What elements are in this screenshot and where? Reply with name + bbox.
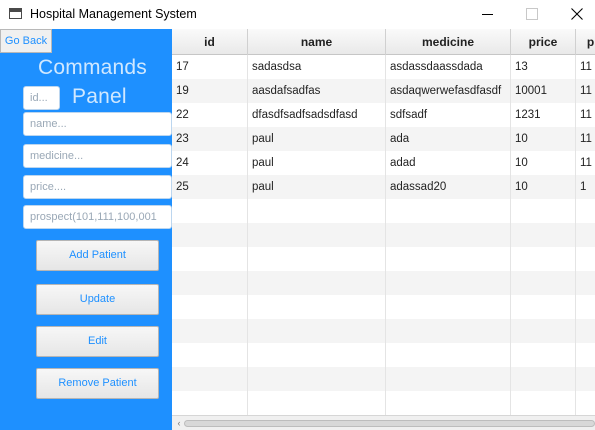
- cell-medicine: sdfsadf: [386, 103, 511, 127]
- app-window-icon: [9, 8, 22, 19]
- close-button[interactable]: [553, 0, 595, 29]
- cell-prospect: 11: [576, 103, 595, 127]
- cell-prospect: 11: [576, 79, 595, 103]
- table-row[interactable]: 24 paul adad 10 11: [172, 151, 595, 175]
- empty-row: [172, 367, 595, 391]
- column-header-medicine[interactable]: medicine: [386, 29, 511, 55]
- cell-price: 10: [511, 175, 576, 199]
- table-row[interactable]: 25 paul adassad20 10 1: [172, 175, 595, 199]
- app-window: Hospital Management System Go Back Comma…: [0, 0, 595, 430]
- commands-panel: Go Back Commands Panel id... name... med…: [0, 29, 172, 430]
- add-patient-button[interactable]: Add Patient: [36, 240, 159, 271]
- cell-id: 23: [172, 127, 248, 151]
- empty-row: [172, 271, 595, 295]
- prospect-input[interactable]: prospect(101,111,100,001: [23, 205, 172, 229]
- title-bar: Hospital Management System: [0, 0, 595, 29]
- maximize-button[interactable]: [508, 0, 554, 29]
- cell-name: aasdafsadfas: [248, 79, 386, 103]
- cell-medicine: adassad20: [386, 175, 511, 199]
- horizontal-scrollbar[interactable]: ‹: [172, 415, 595, 430]
- cell-id: 22: [172, 103, 248, 127]
- cell-id: 25: [172, 175, 248, 199]
- empty-row: [172, 295, 595, 319]
- close-icon: [571, 8, 583, 20]
- name-input[interactable]: name...: [23, 112, 172, 136]
- cell-medicine: ada: [386, 127, 511, 151]
- empty-row: [172, 343, 595, 367]
- cell-price: 10001: [511, 79, 576, 103]
- cell-prospect: 11: [576, 151, 595, 175]
- table-body: 17 sadasdsa asdassdaassdada 13 11 19 aas…: [172, 55, 595, 417]
- cell-name: sadasdsa: [248, 55, 386, 79]
- price-input[interactable]: price....: [23, 175, 172, 199]
- medicine-input[interactable]: medicine...: [23, 144, 172, 168]
- cell-name: dfasdfsadfsadsdfasd: [248, 103, 386, 127]
- cell-name: paul: [248, 175, 386, 199]
- empty-row: [172, 391, 595, 415]
- panel-heading-line2: Panel: [72, 85, 127, 108]
- panel-heading-line1: Commands: [38, 56, 147, 79]
- empty-row: [172, 199, 595, 223]
- cell-id: 17: [172, 55, 248, 79]
- patients-table[interactable]: id name medicine price p 17 sadasdsa asd…: [172, 29, 595, 430]
- cell-medicine: adad: [386, 151, 511, 175]
- table-row[interactable]: 17 sadasdsa asdassdaassdada 13 11: [172, 55, 595, 79]
- minimize-button[interactable]: [464, 0, 510, 29]
- cell-prospect: 1: [576, 175, 595, 199]
- column-header-price[interactable]: price: [511, 29, 576, 55]
- cell-id: 19: [172, 79, 248, 103]
- cell-price: 13: [511, 55, 576, 79]
- cell-name: paul: [248, 151, 386, 175]
- edit-button[interactable]: Edit: [36, 326, 159, 357]
- table-row[interactable]: 23 paul ada 10 11: [172, 127, 595, 151]
- empty-row: [172, 223, 595, 247]
- scrollbar-thumb[interactable]: [184, 420, 595, 427]
- cell-price: 10: [511, 127, 576, 151]
- empty-row: [172, 319, 595, 343]
- cell-name: paul: [248, 127, 386, 151]
- column-header-name[interactable]: name: [248, 29, 386, 55]
- empty-row: [172, 247, 595, 271]
- cell-price: 10: [511, 151, 576, 175]
- remove-patient-button[interactable]: Remove Patient: [36, 368, 159, 399]
- table-row[interactable]: 19 aasdafsadfas asdaqwerwefasdfasdf 1000…: [172, 79, 595, 103]
- id-input[interactable]: id...: [23, 86, 60, 110]
- cell-id: 24: [172, 151, 248, 175]
- column-header-id[interactable]: id: [172, 29, 248, 55]
- cell-medicine: asdaqwerwefasdfasdf: [386, 79, 511, 103]
- cell-medicine: asdassdaassdada: [386, 55, 511, 79]
- column-header-prospect[interactable]: p: [576, 29, 595, 55]
- window-title: Hospital Management System: [30, 7, 197, 21]
- go-back-button[interactable]: Go Back: [0, 29, 52, 53]
- table-row[interactable]: 22 dfasdfsadfsadsdfasd sdfsadf 1231 11: [172, 103, 595, 127]
- cell-prospect: 11: [576, 127, 595, 151]
- cell-price: 1231: [511, 103, 576, 127]
- cell-prospect: 11: [576, 55, 595, 79]
- update-button[interactable]: Update: [36, 284, 159, 315]
- scroll-left-icon[interactable]: ‹: [174, 418, 184, 428]
- table-header: id name medicine price p: [172, 29, 595, 55]
